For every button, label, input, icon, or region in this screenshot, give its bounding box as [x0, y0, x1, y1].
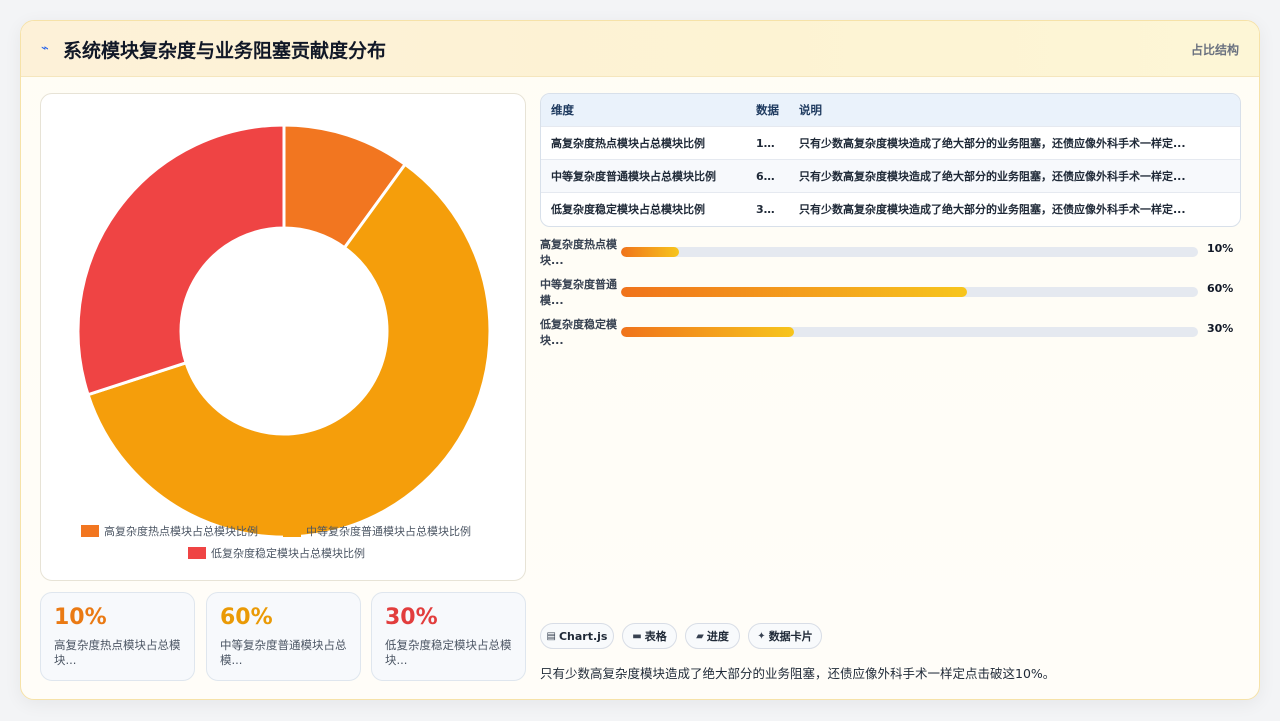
footnote: 只有少数高复杂度模块造成了绝大部分的业务阻塞，还债应像外科手术一样定点击破这10…: [540, 666, 1056, 681]
table-cell: 只有少数高复杂度模块造成了绝大部分的业务阻塞，还债应像外科手术一样定...: [789, 126, 1240, 160]
progress-value: 10%: [1207, 242, 1234, 255]
kpi-card-low: 30% 低复杂度稳定模块占总模块...: [371, 592, 526, 681]
kpi-label: 高复杂度热点模块占总模块...: [54, 638, 181, 667]
table-cell: 高复杂度热点模块占总模块比例: [541, 126, 746, 160]
progress-label: 中等复杂度普通模...: [540, 278, 617, 307]
page-title: 系统模块复杂度与业务阻塞贡献度分布: [63, 40, 387, 62]
legend-label[interactable]: 高复杂度热点模块占总模块比例: [104, 524, 258, 538]
chip-data-card[interactable]: ✦ 数据卡片: [748, 623, 822, 649]
card-header: ⌁ 系统模块复杂度与业务阻塞贡献度分布 占比结构: [21, 21, 1259, 77]
dashboard-card: ⌁ 系统模块复杂度与业务阻塞贡献度分布 占比结构 高复杂度热点模块占总模块比例中…: [20, 20, 1260, 700]
table-cell: 60%: [746, 159, 789, 193]
legend-swatch[interactable]: [283, 525, 301, 537]
column-header-data: 数据: [746, 94, 789, 127]
kpi-card-mid: 60% 中等复杂度普通模块占总模...: [206, 592, 361, 681]
chip-label: Chart.js: [558, 629, 608, 643]
table-row: 高复杂度热点模块占总模块比例 10% 只有少数高复杂度模块造成了绝大部分的业务阻…: [541, 126, 1240, 160]
legend-swatch[interactable]: [81, 525, 99, 537]
table-row: 低复杂度稳定模块占总模块比例 30% 只有少数高复杂度模块造成了绝大部分的业务阻…: [541, 192, 1240, 225]
legend-label[interactable]: 中等复杂度普通模块占总模块比例: [306, 524, 471, 538]
progress-row-low: 低复杂度稳定模块... 30%: [540, 317, 1240, 351]
kpi-value: 10%: [54, 605, 107, 630]
doughnut-slice[interactable]: [76, 123, 286, 397]
progress-track: [621, 327, 1198, 337]
kpi-value: 30%: [385, 605, 438, 630]
chip-label: 进度: [706, 630, 729, 643]
progress-row-mid: 中等复杂度普通模... 60%: [540, 277, 1240, 311]
table-header-row: 维度 数据 说明: [541, 94, 1240, 127]
lightning-icon: ⌁: [41, 41, 49, 56]
table-icon: ▬: [632, 630, 642, 642]
chart-icon: ▤: [546, 630, 556, 642]
progress-track: [621, 247, 1198, 257]
table-cell: 10%: [746, 126, 789, 160]
progress-label: 低复杂度稳定模块...: [540, 318, 617, 347]
table-cell: 中等复杂度普通模块占总模块比例: [541, 159, 746, 193]
column-header-dimension: 维度: [541, 94, 746, 127]
progress-value: 30%: [1207, 322, 1234, 335]
chip-table[interactable]: ▬ 表格: [622, 623, 677, 649]
doughnut-chart: 高复杂度热点模块占总模块比例 中等复杂度普通模块占总模块比例低复杂度稳定模块占总模…: [76, 123, 492, 560]
progress-track: [621, 287, 1198, 297]
chip-chartjs[interactable]: ▤ Chart.js: [540, 623, 614, 649]
column-header-note: 说明: [789, 94, 1240, 127]
table-row: 中等复杂度普通模块占总模块比例 60% 只有少数高复杂度模块造成了绝大部分的业务…: [541, 159, 1240, 193]
progress-value: 60%: [1207, 282, 1234, 295]
data-table: 维度 数据 说明 高复杂度热点模块占总模块比例 10% 只有少数高复杂度模块造成…: [540, 93, 1241, 227]
progress-fill: [621, 327, 795, 337]
progress-fill: [621, 247, 679, 257]
kpi-label: 中等复杂度普通模块占总模...: [220, 638, 347, 667]
legend-swatch[interactable]: [188, 547, 206, 559]
chip-label: 表格: [644, 630, 667, 643]
progress-icon: ▰: [696, 630, 704, 642]
table-cell: 只有少数高复杂度模块造成了绝大部分的业务阻塞，还债应像外科手术一样定...: [789, 159, 1240, 193]
table-cell: 低复杂度稳定模块占总模块比例: [541, 192, 746, 225]
table-cell: 30%: [746, 192, 789, 225]
doughnut-chart-panel: 高复杂度热点模块占总模块比例 中等复杂度普通模块占总模块比例低复杂度稳定模块占总模…: [40, 93, 526, 581]
kpi-card-high: 10% 高复杂度热点模块占总模块...: [40, 592, 195, 681]
kpi-label: 低复杂度稳定模块占总模块...: [385, 638, 512, 667]
header-tag: 占比结构: [1190, 43, 1239, 57]
kpi-value: 60%: [220, 605, 273, 630]
progress-fill: [621, 287, 968, 297]
card-icon: ✦: [757, 630, 766, 642]
table-cell: 只有少数高复杂度模块造成了绝大部分的业务阻塞，还债应像外科手术一样定...: [789, 192, 1240, 225]
chip-progress[interactable]: ▰ 进度: [685, 623, 740, 649]
progress-row-high: 高复杂度热点模块... 10%: [540, 237, 1240, 271]
chip-label: 数据卡片: [768, 630, 813, 643]
progress-label: 高复杂度热点模块...: [540, 238, 617, 267]
legend-label[interactable]: 低复杂度稳定模块占总模块比例: [211, 546, 365, 560]
